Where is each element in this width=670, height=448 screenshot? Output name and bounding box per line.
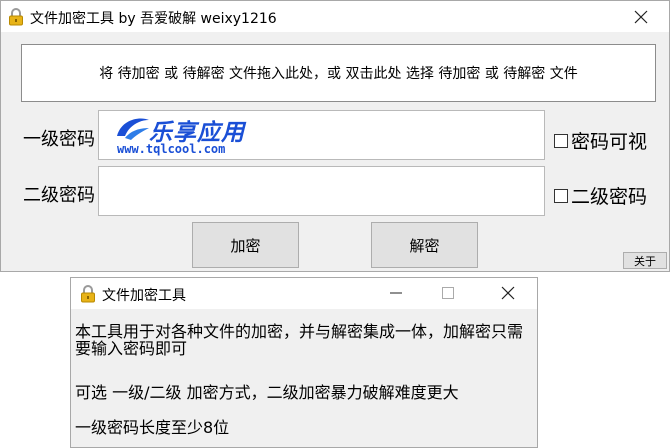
about-button[interactable]: 关于 [623, 252, 667, 269]
show-password-checkbox[interactable]: 密码可视 [554, 127, 647, 154]
about-line-2: 可选 一级/二级 加密方式，二级加密暴力破解难度更大 [75, 383, 459, 402]
drop-zone[interactable]: 将 待加密 或 待解密 文件拖入此处，或 双击此处 选择 待加密 或 待解密 文… [21, 44, 656, 102]
about-line-3: 一级密码长度至少8位 [75, 418, 230, 437]
show-password-label: 密码可视 [571, 131, 648, 153]
about-title-bar[interactable]: 文件加密工具 [71, 278, 537, 309]
checkbox-icon[interactable] [554, 133, 568, 148]
close-icon[interactable] [633, 9, 649, 25]
main-title-bar[interactable]: 文件加密工具 by 吾爱破解 weixy1216 [1, 1, 669, 32]
lock-icon [81, 285, 95, 303]
about-line-1: 本工具用于对各种文件的加密，并与解密集成一体，加解密只需要输入密码即可 [75, 322, 524, 358]
level2-password-checkbox[interactable]: 二级密码 [554, 182, 647, 209]
watermark-swirl-icon [117, 118, 149, 140]
maximize-icon[interactable] [442, 287, 454, 299]
level1-password-input[interactable]: 乐享应用 www.tqlcool.com [98, 110, 545, 160]
about-window-title: 文件加密工具 [102, 288, 186, 304]
level2-checkbox-label: 二级密码 [571, 186, 648, 208]
about-window: 文件加密工具 本工具用于对各种文件的加密，并与解密集成一体，加解密只需要输入密码… [70, 277, 538, 448]
watermark-logo: 乐享应用 www.tqlcool.com [113, 113, 283, 159]
lock-icon [9, 8, 23, 26]
close-icon[interactable] [501, 286, 515, 300]
drop-zone-text: 将 待加密 或 待解密 文件拖入此处，或 双击此处 选择 待加密 或 待解密 文… [99, 66, 578, 82]
main-window: 文件加密工具 by 吾爱破解 weixy1216 将 待加密 或 待解密 文件拖… [0, 0, 670, 272]
watermark-url: www.tqlcool.com [117, 142, 226, 156]
level1-password-label: 一级密码 [23, 129, 95, 150]
minimize-icon[interactable] [389, 286, 403, 300]
checkbox-icon[interactable] [554, 188, 568, 203]
main-window-title: 文件加密工具 by 吾爱破解 weixy1216 [30, 11, 277, 27]
level2-password-input[interactable] [98, 166, 545, 216]
encrypt-button[interactable]: 加密 [192, 222, 299, 268]
level2-password-label: 二级密码 [23, 185, 95, 206]
decrypt-button[interactable]: 解密 [371, 222, 478, 268]
